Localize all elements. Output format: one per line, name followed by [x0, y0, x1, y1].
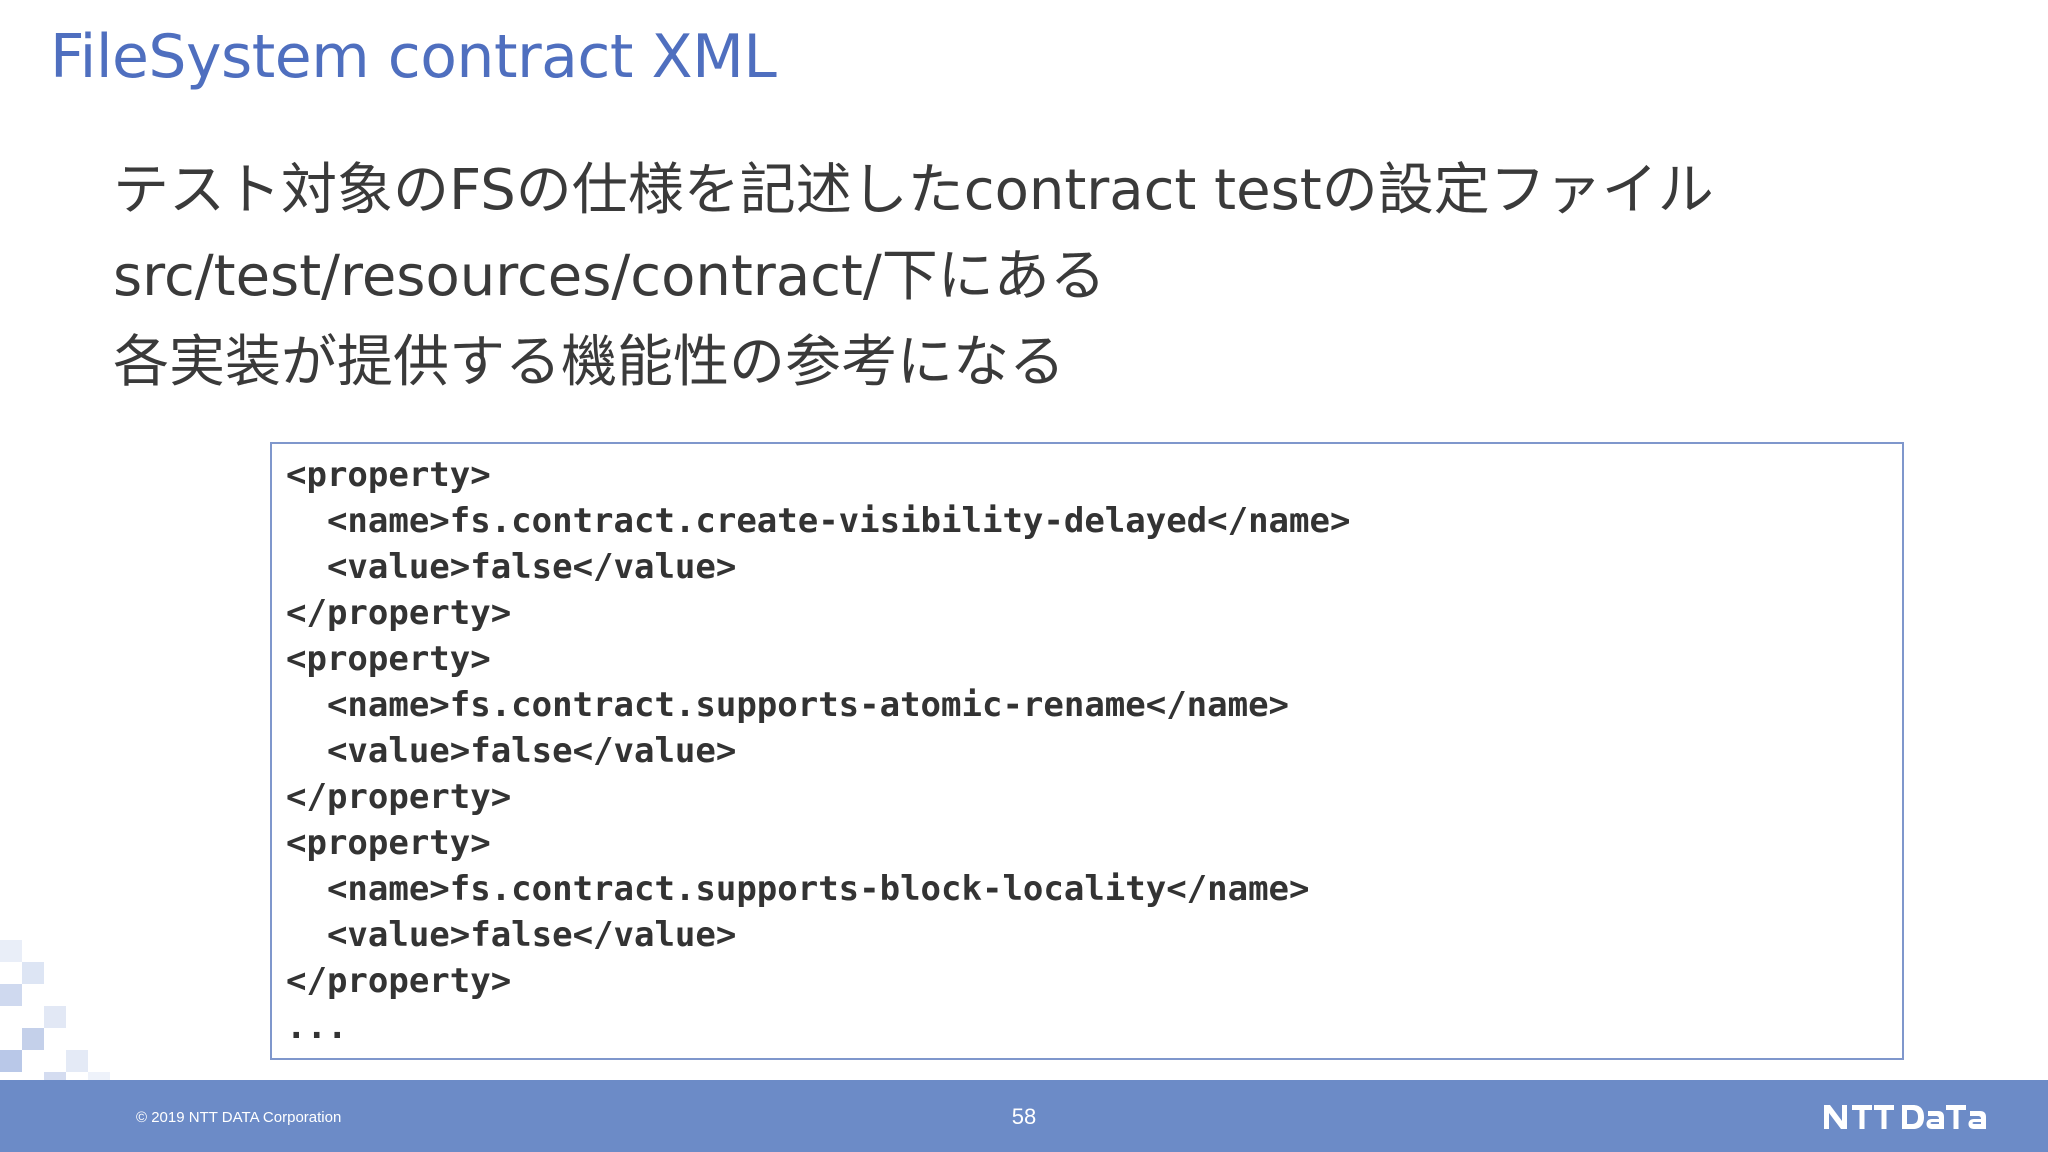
code-line: <property>: [286, 823, 491, 863]
bullet-item: 各実装が提供する機能性の参考になる: [113, 330, 1065, 395]
code-line: </property>: [286, 961, 512, 1001]
code-line: </property>: [286, 593, 512, 633]
code-line: <value>false</value>: [286, 915, 737, 955]
code-line: <name>fs.contract.supports-atomic-rename…: [286, 685, 1290, 725]
ntt-data-logo: [1824, 1105, 1986, 1129]
code-line: <name>fs.contract.create-visibility-dela…: [286, 501, 1351, 541]
slide-title: FileSystem contract XML: [50, 22, 777, 92]
code-block: <property> <name>fs.contract.create-visi…: [270, 442, 1904, 1060]
bullet-item: src/test/resources/contract/下にある: [113, 244, 1106, 309]
slide: FileSystem contract XML テスト対象のFSの仕様を記述した…: [0, 0, 2048, 1152]
bullet-list: テスト対象のFSの仕様を記述したcontract testの設定ファイル src…: [113, 148, 1714, 406]
code-line: <property>: [286, 455, 491, 495]
code-line: </property>: [286, 777, 512, 817]
code-line: ...: [286, 1007, 348, 1047]
code-line: <value>false</value>: [286, 547, 737, 587]
code-line: <value>false</value>: [286, 731, 737, 771]
code-line: <property>: [286, 639, 491, 679]
copyright-text: © 2019 NTT DATA Corporation: [136, 1109, 342, 1126]
code-line: <name>fs.contract.supports-block-localit…: [286, 869, 1310, 909]
bullet-item: テスト対象のFSの仕様を記述したcontract testの設定ファイル: [113, 158, 1714, 223]
page-number: 58: [1011, 1104, 1037, 1129]
